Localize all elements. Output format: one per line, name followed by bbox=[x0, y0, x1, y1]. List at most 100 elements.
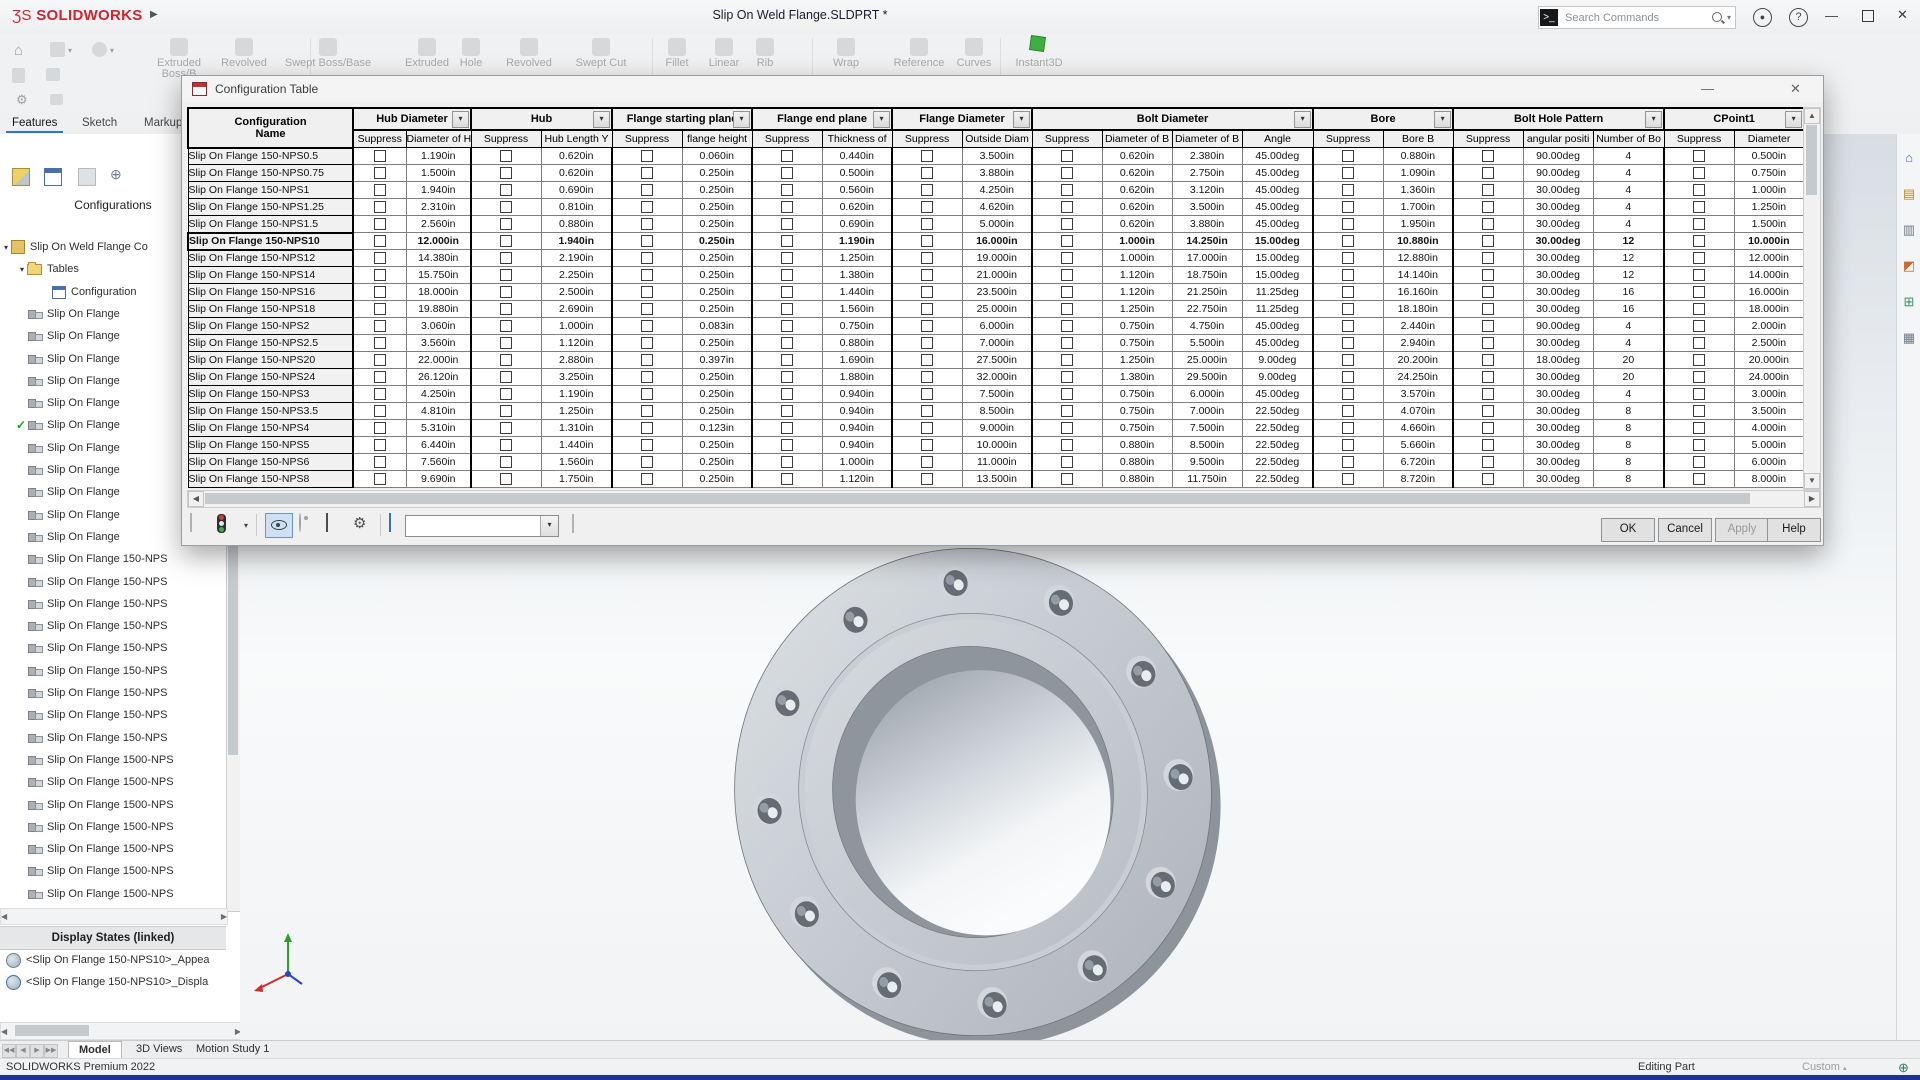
suppress-checkbox[interactable] bbox=[1482, 235, 1494, 247]
table-cell[interactable]: 0.880in bbox=[1102, 454, 1172, 471]
table-cell[interactable] bbox=[1313, 233, 1383, 250]
suppress-checkbox[interactable] bbox=[500, 456, 512, 468]
table-cell[interactable] bbox=[1664, 488, 1734, 489]
table-cell[interactable] bbox=[353, 301, 406, 318]
suppress-checkbox[interactable] bbox=[781, 320, 793, 332]
toolbar-tool-icon[interactable] bbox=[235, 38, 253, 56]
table-cell[interactable] bbox=[471, 148, 541, 165]
table-cell[interactable]: 1.940in bbox=[406, 182, 471, 199]
table-row[interactable]: Slip On Flange 150-NPS45.310in1.310in0.1… bbox=[188, 420, 1803, 437]
table-cell[interactable]: 0.750in bbox=[1102, 335, 1172, 352]
table-cell[interactable] bbox=[1313, 165, 1383, 182]
suppress-checkbox[interactable] bbox=[1342, 354, 1354, 366]
table-cell[interactable]: 5.660in bbox=[1383, 437, 1453, 454]
table-cell[interactable] bbox=[612, 369, 682, 386]
toolbar-label[interactable]: Swept Boss/Base bbox=[272, 58, 384, 69]
table-cell[interactable]: 1.500in bbox=[406, 165, 471, 182]
table-cell[interactable] bbox=[471, 369, 541, 386]
hidden-preview-icon[interactable] bbox=[299, 514, 321, 536]
table-cell[interactable] bbox=[353, 488, 406, 489]
tree-item[interactable]: Slip On Flange bbox=[28, 304, 120, 324]
table-cell[interactable]: 0.620in bbox=[541, 165, 612, 182]
table-cell[interactable] bbox=[1032, 437, 1102, 454]
home-icon[interactable]: ⌂ bbox=[14, 42, 23, 59]
table-cell[interactable] bbox=[1664, 420, 1734, 437]
table-cell[interactable] bbox=[1664, 216, 1734, 233]
toolbar-tool-icon[interactable] bbox=[319, 38, 337, 56]
table-cell[interactable]: 0.620in bbox=[822, 199, 892, 216]
table-cell[interactable] bbox=[1664, 182, 1734, 199]
table-cell[interactable]: 14.250in bbox=[1172, 233, 1242, 250]
table-cell[interactable]: 30.00deg bbox=[1523, 335, 1593, 352]
table-cell[interactable]: 15.00deg bbox=[1242, 250, 1313, 267]
suppress-checkbox[interactable] bbox=[500, 252, 512, 264]
table-cell[interactable] bbox=[1032, 250, 1102, 267]
table-cell[interactable]: 45.00deg bbox=[1242, 182, 1313, 199]
table-cell[interactable]: 3.500in bbox=[1172, 199, 1242, 216]
configuration-name-cell[interactable]: Slip On Flange 150-NPS12 bbox=[188, 250, 353, 267]
suppress-checkbox[interactable] bbox=[374, 439, 386, 451]
close-button[interactable]: ✕ bbox=[1897, 7, 1908, 23]
table-cell[interactable] bbox=[1664, 318, 1734, 335]
table-cell[interactable]: 30.00deg bbox=[1523, 420, 1593, 437]
suppress-checkbox[interactable] bbox=[500, 320, 512, 332]
table-cell[interactable]: 12.880in bbox=[1383, 250, 1453, 267]
table-cell[interactable] bbox=[612, 148, 682, 165]
table-cell[interactable] bbox=[471, 267, 541, 284]
dimxpert-tab-icon[interactable]: ⊕ bbox=[110, 166, 122, 183]
table-cell[interactable] bbox=[752, 335, 822, 352]
table-cell[interactable] bbox=[892, 216, 962, 233]
table-cell[interactable]: 0.880in bbox=[822, 488, 892, 489]
table-cell[interactable] bbox=[1313, 437, 1383, 454]
tree-horizontal-scrollbar[interactable]: ◀▶ bbox=[0, 908, 228, 925]
table-cell[interactable]: 6.000in bbox=[1734, 454, 1803, 471]
tab-scroll-prev-icon[interactable]: ◀ bbox=[16, 1044, 30, 1058]
column-group-dropdown-icon[interactable]: ▾ bbox=[733, 111, 750, 128]
suppress-checkbox[interactable] bbox=[374, 337, 386, 349]
table-cell[interactable] bbox=[353, 335, 406, 352]
suppress-checkbox[interactable] bbox=[500, 269, 512, 281]
suppress-checkbox[interactable] bbox=[1482, 371, 1494, 383]
column-group-dropdown-icon[interactable]: ▾ bbox=[1434, 111, 1451, 128]
suppress-checkbox[interactable] bbox=[1061, 422, 1073, 434]
table-cell[interactable]: 24.000in bbox=[1734, 369, 1803, 386]
table-cell[interactable]: 8 bbox=[1593, 437, 1664, 454]
table-cell[interactable] bbox=[1453, 148, 1523, 165]
table-cell[interactable]: 6.000in bbox=[1172, 386, 1242, 403]
table-cell[interactable] bbox=[752, 182, 822, 199]
tree-item[interactable]: Slip On Flange 1500-NPS bbox=[28, 839, 174, 859]
table-cell[interactable]: 25.000in bbox=[962, 301, 1032, 318]
suppress-checkbox[interactable] bbox=[781, 405, 793, 417]
table-settings-icon[interactable]: ⚙ bbox=[353, 514, 375, 536]
suppress-checkbox[interactable] bbox=[1061, 201, 1073, 213]
table-row[interactable]: Slip On Flange 150-NPS1618.000in2.500in0… bbox=[188, 284, 1803, 301]
table-cell[interactable]: 90.00deg bbox=[1523, 148, 1593, 165]
suppress-checkbox[interactable] bbox=[1342, 337, 1354, 349]
tree-item[interactable]: Slip On Flange 150-NPS bbox=[28, 661, 167, 681]
suppress-checkbox[interactable] bbox=[500, 354, 512, 366]
table-cell[interactable]: 10.000in bbox=[962, 437, 1032, 454]
display-state-item[interactable]: <Slip On Flange 150-NPS10>_Appea bbox=[6, 950, 222, 970]
table-cell[interactable]: 0.250in bbox=[682, 369, 752, 386]
table-cell[interactable]: 7.000in bbox=[1172, 403, 1242, 420]
tree-item[interactable]: Slip On Flange 1500-NPS bbox=[28, 861, 174, 881]
table-cell[interactable] bbox=[1032, 352, 1102, 369]
table-cell[interactable]: 22.50deg bbox=[1242, 471, 1313, 488]
table-cell[interactable]: 21.000in bbox=[962, 267, 1032, 284]
suppress-checkbox[interactable] bbox=[1061, 354, 1073, 366]
table-cell[interactable]: 18.750in bbox=[1172, 267, 1242, 284]
table-cell[interactable] bbox=[471, 454, 541, 471]
table-cell[interactable]: 0.250in bbox=[682, 403, 752, 420]
tree-item[interactable]: Configuration bbox=[52, 282, 136, 302]
tree-item[interactable]: Slip On Flange 150-NPS bbox=[28, 572, 167, 592]
suppress-checkbox[interactable] bbox=[641, 303, 653, 315]
table-cell[interactable]: 14.380in bbox=[406, 250, 471, 267]
table-cell[interactable]: 2.500in bbox=[1734, 335, 1803, 352]
table-cell[interactable]: 1.360in bbox=[1383, 182, 1453, 199]
table-cell[interactable]: 4 bbox=[1593, 165, 1664, 182]
table-cell[interactable] bbox=[1453, 267, 1523, 284]
search-dropdown-icon[interactable]: ▾ bbox=[1727, 13, 1731, 22]
tree-item[interactable]: Slip On Flange bbox=[28, 482, 120, 502]
table-cell[interactable]: 0.250in bbox=[682, 437, 752, 454]
table-cell[interactable] bbox=[892, 284, 962, 301]
